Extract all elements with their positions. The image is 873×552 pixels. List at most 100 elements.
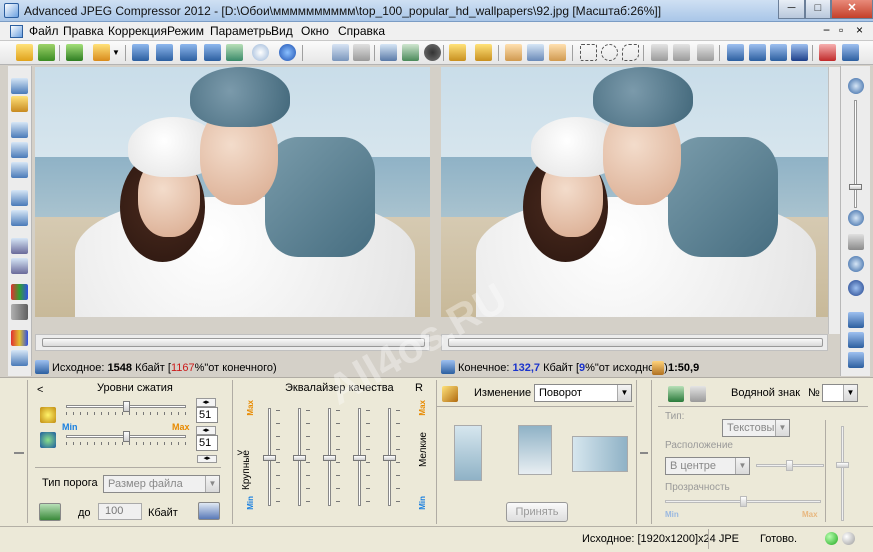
arrange-icon[interactable]: [791, 44, 808, 61]
vertical-scrollbar[interactable]: [828, 67, 840, 334]
close-window-icon[interactable]: [819, 44, 836, 61]
transparency-thumb[interactable]: [740, 496, 747, 507]
watermark-remove-icon[interactable]: [690, 386, 706, 402]
edit-pencil-icon[interactable]: [449, 44, 466, 61]
deselect-icon[interactable]: [673, 44, 690, 61]
rotate-90-preview[interactable]: [454, 425, 482, 481]
eq-slider-thumb[interactable]: [383, 455, 396, 461]
sharpen-icon[interactable]: [11, 190, 28, 206]
compression-value-1[interactable]: 51: [196, 407, 218, 423]
stepper-arrows[interactable]: ◂▸: [196, 426, 216, 435]
palette-icon[interactable]: [11, 330, 28, 346]
levels-icon[interactable]: [11, 162, 28, 178]
menu-correction[interactable]: Коррекция: [108, 24, 167, 38]
apply-transform-button[interactable]: Принять: [506, 502, 568, 522]
fit-window-icon[interactable]: [848, 234, 864, 250]
zoom-in-tool-icon[interactable]: [11, 78, 28, 94]
select-tool-icon[interactable]: [527, 44, 544, 61]
minimize-button[interactable]: ─: [778, 0, 805, 19]
menu-edit[interactable]: Правка: [63, 24, 104, 38]
refresh-icon[interactable]: [66, 44, 83, 61]
reset-label[interactable]: R: [415, 382, 423, 394]
stepper-arrows[interactable]: ◂▸: [196, 398, 216, 407]
eq-slider-thumb[interactable]: [323, 455, 336, 461]
export-icon[interactable]: [204, 44, 221, 61]
collapse-arrow[interactable]: <: [37, 384, 43, 396]
print-icon[interactable]: [226, 44, 243, 61]
save-icon[interactable]: [132, 44, 149, 61]
compressed-image-view[interactable]: [441, 67, 828, 317]
calculate-icon[interactable]: [198, 502, 220, 520]
rect-select-icon[interactable]: [580, 44, 597, 61]
watermark-type-select[interactable]: Текстовый ▼: [722, 419, 790, 437]
channels-icon[interactable]: [11, 304, 28, 320]
menu-view[interactable]: Вид: [271, 24, 293, 38]
apply-threshold-icon[interactable]: [39, 503, 61, 521]
invert-selection-icon[interactable]: [697, 44, 714, 61]
zoom-100-icon[interactable]: [848, 256, 864, 272]
contrast-icon[interactable]: [11, 142, 28, 158]
watermark-vertical-slider[interactable]: [841, 426, 844, 521]
zoom-out-icon[interactable]: [848, 210, 864, 226]
compare-windows-icon[interactable]: [332, 44, 349, 61]
help-icon[interactable]: [279, 44, 296, 61]
select-all-icon[interactable]: [651, 44, 668, 61]
position-offset-thumb[interactable]: [786, 460, 793, 471]
horizontal-scrollbar-right[interactable]: [441, 334, 828, 351]
mdi-restore-button[interactable]: ▫: [839, 23, 843, 37]
horizontal-scrollbar-left[interactable]: [35, 334, 430, 351]
histogram-icon[interactable]: [11, 238, 28, 254]
panel-layout-2-icon[interactable]: [848, 332, 864, 348]
transform-select[interactable]: Поворот ▼: [534, 384, 632, 402]
tile-horizontal-icon[interactable]: [749, 44, 766, 61]
tile-vertical-icon[interactable]: [770, 44, 787, 61]
menu-parameters[interactable]: Параметры: [210, 24, 274, 38]
eq-slider-thumb[interactable]: [263, 455, 276, 461]
grayscale-icon[interactable]: [11, 258, 28, 274]
stepper-arrows[interactable]: ◂▸: [197, 455, 217, 463]
rotate-270-preview[interactable]: [572, 436, 628, 472]
close-button[interactable]: ✕: [831, 0, 873, 19]
hand-tool-icon[interactable]: [505, 44, 522, 61]
chevron-down-icon[interactable]: ▼: [112, 44, 120, 61]
zoom-slider[interactable]: [854, 100, 857, 208]
lasso-select-icon[interactable]: [622, 44, 639, 61]
filter-icon[interactable]: [11, 350, 28, 366]
folder-dropdown-icon[interactable]: [93, 44, 110, 61]
panel-layout-1-icon[interactable]: [848, 312, 864, 328]
mdi-minimize-button[interactable]: −: [823, 23, 830, 37]
rotate-180-preview[interactable]: [518, 425, 552, 475]
panel-layout-3-icon[interactable]: [848, 352, 864, 368]
cascade-icon[interactable]: [727, 44, 744, 61]
splitter[interactable]: [430, 67, 440, 334]
menu-help[interactable]: Справка: [338, 24, 385, 38]
edit-check-icon[interactable]: [475, 44, 492, 61]
pan-tool-icon[interactable]: [549, 44, 566, 61]
eq-slider-thumb[interactable]: [353, 455, 366, 461]
menu-mode[interactable]: Режим: [167, 24, 204, 38]
watermark-position-select[interactable]: В центре ▼: [665, 457, 750, 475]
crop-icon[interactable]: [380, 44, 397, 61]
compression-slider-1-thumb[interactable]: [123, 401, 130, 412]
zoom-slider-thumb[interactable]: [849, 184, 862, 190]
ellipse-select-icon[interactable]: [601, 44, 618, 61]
actual-size-icon[interactable]: [848, 280, 864, 296]
compression-value-2[interactable]: 51: [196, 435, 218, 451]
menu-window[interactable]: Окно: [301, 24, 329, 38]
zoom-in-icon[interactable]: [848, 78, 864, 94]
single-window-icon[interactable]: [353, 44, 370, 61]
threshold-select[interactable]: Размер файла ▼: [103, 475, 220, 493]
key-icon[interactable]: [11, 96, 28, 112]
color-balance-icon[interactable]: [11, 284, 28, 300]
maximize-button[interactable]: □: [805, 0, 831, 19]
scroll-thumb[interactable]: [42, 338, 425, 347]
eq-slider-thumb[interactable]: [293, 455, 306, 461]
original-image-view[interactable]: [35, 67, 430, 317]
open-folder-icon[interactable]: [16, 44, 33, 61]
info-icon[interactable]: [252, 44, 269, 61]
preview-eye-icon[interactable]: [424, 44, 441, 61]
resize-icon[interactable]: [402, 44, 419, 61]
open-batch-icon[interactable]: [38, 44, 55, 61]
scroll-thumb[interactable]: [448, 338, 823, 347]
save-as-icon[interactable]: [156, 44, 173, 61]
